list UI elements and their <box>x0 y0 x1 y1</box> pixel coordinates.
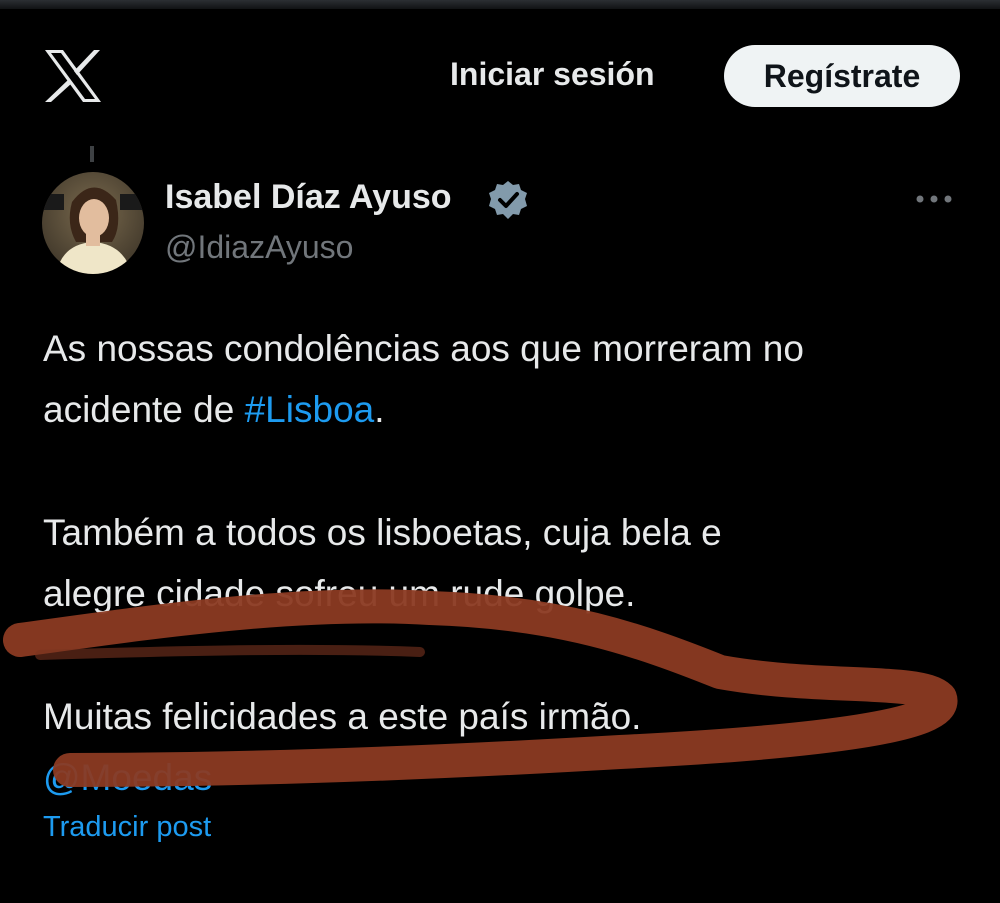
tweet-line: As nossas condolências aos que morreram … <box>43 328 804 369</box>
display-name[interactable]: Isabel Díaz Ayuso <box>165 178 452 217</box>
hashtag-link[interactable]: #Lisboa <box>245 389 375 430</box>
thread-connector <box>90 146 94 162</box>
login-link[interactable]: Iniciar sesión <box>450 56 655 93</box>
user-handle[interactable]: @IdiazAyuso <box>165 229 353 266</box>
browser-top-edge <box>0 0 1000 9</box>
tweet-line: Muitas felicidades a este país irmão. <box>43 696 642 737</box>
tweet-line: Também a todos os lisboetas, cuja bela e <box>43 512 722 553</box>
verified-badge-icon <box>489 181 527 219</box>
mention-link[interactable]: @Moedas <box>43 757 212 798</box>
tweet-text-segment: acidente de <box>43 389 245 430</box>
more-options-icon[interactable] <box>912 188 956 210</box>
tweet-line: alegre cidade sofreu um rude golpe. <box>43 573 636 614</box>
tweet-page: Iniciar sesión Regístrate Isabel Díaz Ay… <box>0 0 1000 903</box>
tweet-text-segment: . <box>374 389 385 430</box>
tweet-line: @Moedas <box>43 747 963 808</box>
signup-button[interactable]: Regístrate <box>724 45 960 107</box>
avatar[interactable] <box>42 172 144 274</box>
tweet-line: acidente de #Lisboa. <box>43 379 963 440</box>
translate-post-link[interactable]: Traducir post <box>43 811 211 844</box>
x-logo-icon[interactable] <box>43 48 103 104</box>
tweet-body: As nossas condolências aos que morreram … <box>43 318 963 808</box>
